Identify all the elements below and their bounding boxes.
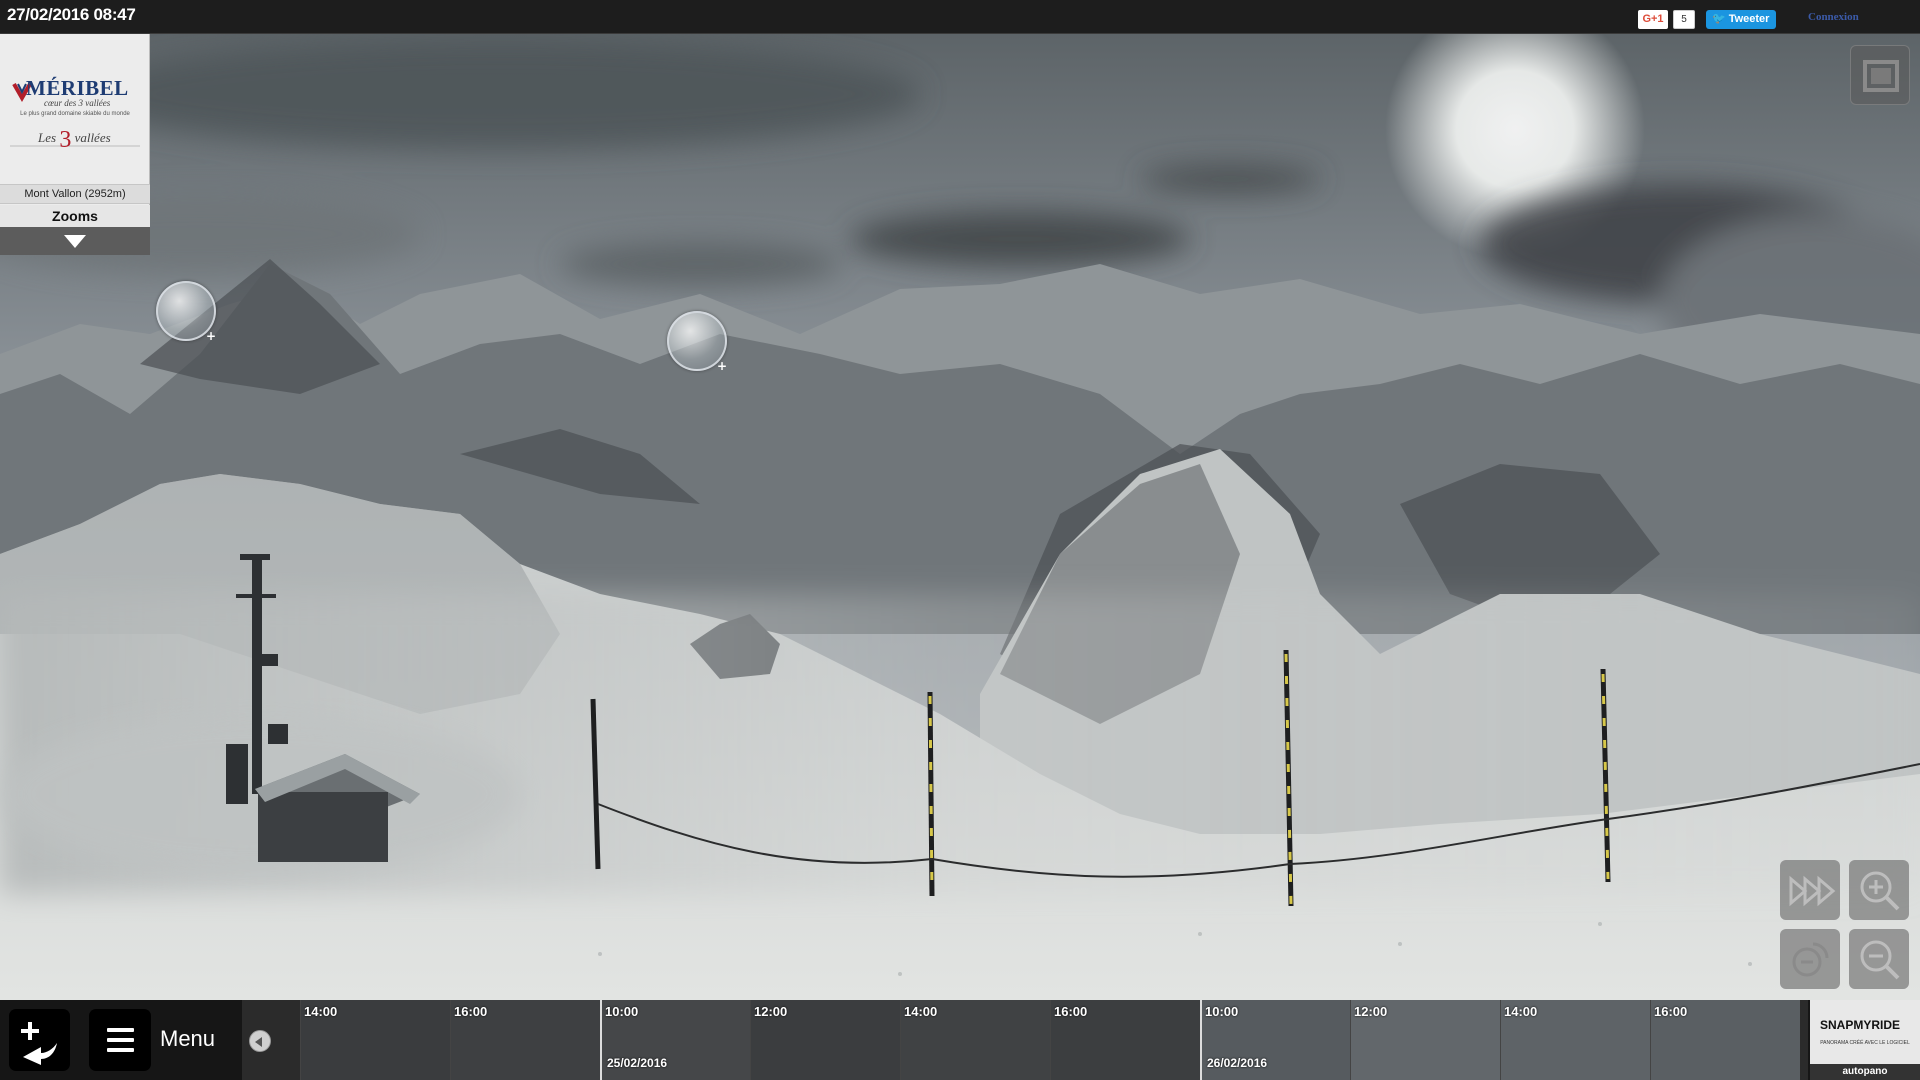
- timeline-thumbnail[interactable]: 12:00: [1350, 1000, 1500, 1080]
- timeline-thumbnail[interactable]: 16:00: [1650, 1000, 1800, 1080]
- timeline-time-label: 12:00: [1354, 1004, 1388, 1019]
- sponsor-subtitle: PANORAMA CRÉÉ AVEC LE LOGICIEL: [1820, 1040, 1910, 1046]
- timeline-thumbnail[interactable]: 10:00 25/02/2016: [600, 1000, 750, 1080]
- timeline-thumbnail[interactable]: 16:00: [1050, 1000, 1200, 1080]
- add-favorite-button[interactable]: [9, 1009, 70, 1071]
- snapmyride-sponsor-logo[interactable]: SNAPMYRIDE PANORAMA CRÉÉ AVEC LE LOGICIE…: [1810, 1000, 1920, 1080]
- timeline-time-label: 16:00: [454, 1004, 488, 1019]
- brand-slogan: Le plus grand domaine skiable du monde: [20, 111, 130, 117]
- panorama-image[interactable]: [0, 34, 1920, 1000]
- timeline-prev-button[interactable]: [249, 1030, 271, 1052]
- fullscreen-button[interactable]: [1850, 45, 1910, 105]
- panorama-view[interactable]: [0, 34, 1920, 1000]
- plus-icon: +: [716, 359, 728, 373]
- tweet-label: Tweeter: [1728, 13, 1770, 25]
- timeline-thumbnail[interactable]: 10:00 26/02/2016: [1200, 1000, 1350, 1080]
- mark-number: 3: [59, 127, 72, 153]
- hamburger-icon: [107, 1048, 134, 1052]
- fullscreen-icon: [1863, 60, 1899, 92]
- location-label: Mont Vallon (2952m): [0, 184, 150, 204]
- timeline-time-label: 16:00: [1054, 1004, 1088, 1019]
- timeline-time-label: 10:00: [605, 1004, 639, 1019]
- timeline-date-label: 25/02/2016: [607, 1056, 668, 1070]
- timeline-thumbnail[interactable]: 12:00: [750, 1000, 900, 1080]
- zoom-reset-button[interactable]: [1780, 929, 1840, 989]
- sponsor-footer: autopano: [1810, 1064, 1920, 1080]
- google-plus-count: 5: [1673, 10, 1695, 29]
- timeline-time-label: 12:00: [754, 1004, 788, 1019]
- timeline-date-label: 26/02/2016: [1207, 1056, 1268, 1070]
- zoom-hotspot[interactable]: +: [156, 281, 217, 343]
- timeline-time-label: 14:00: [1504, 1004, 1538, 1019]
- les-3-vallees-logo: Les 3 vallées: [38, 127, 111, 154]
- google-plus-button[interactable]: G+1: [1638, 10, 1668, 29]
- timeline-time-label: 16:00: [1654, 1004, 1688, 1019]
- chevron-down-icon: [64, 235, 86, 248]
- timeline-time-label: 14:00: [904, 1004, 938, 1019]
- hamburger-icon: [107, 1028, 134, 1032]
- zoom-hotspot[interactable]: +: [667, 311, 728, 373]
- zoom-reset-icon: [1792, 942, 1829, 977]
- zoom-out-icon: [1860, 940, 1900, 980]
- tweet-button[interactable]: 🐦 Tweeter: [1706, 10, 1776, 29]
- mark-suffix: vallées: [74, 130, 111, 145]
- menu-button[interactable]: [89, 1009, 151, 1071]
- zooms-button[interactable]: Zooms: [0, 205, 150, 227]
- plus-arrow-icon: [21, 1022, 57, 1065]
- timeline-thumbnail[interactable]: 14:00: [300, 1000, 450, 1080]
- meribel-logo[interactable]: MÉRIBEL cœur des 3 vallées Le plus grand…: [0, 34, 150, 182]
- fast-forward-icon: [1789, 875, 1836, 907]
- hamburger-icon: [107, 1038, 134, 1042]
- meribel-heart-icon: [10, 83, 140, 147]
- menu-label[interactable]: Menu: [160, 1026, 215, 1052]
- top-bar: 27/02/2016 08:47 G+1 5 🐦 Tweeter Connexio…: [0, 0, 1920, 34]
- brand-panel: MÉRIBEL cœur des 3 vallées Le plus grand…: [0, 34, 150, 255]
- timeline-thumbnail[interactable]: 14:00: [900, 1000, 1050, 1080]
- mark-prefix: Les: [38, 130, 57, 145]
- capture-timestamp: 27/02/2016 08:47: [7, 5, 136, 24]
- bottom-bar: Menu 14:00 16:00 10:00 25/02/2016 12:00 14:00…: [0, 1000, 1920, 1080]
- login-link[interactable]: Connexion: [1808, 11, 1859, 23]
- plus-icon: +: [205, 329, 217, 343]
- brand-tagline: cœur des 3 vallées: [44, 98, 111, 108]
- autoplay-button[interactable]: [1780, 860, 1840, 920]
- timeline-time-label: 10:00: [1205, 1004, 1239, 1019]
- timeline-strip[interactable]: 14:00 16:00 10:00 25/02/2016 12:00 14:00 16:00…: [242, 1000, 1808, 1080]
- timeline-thumbnail[interactable]: 16:00: [450, 1000, 600, 1080]
- sponsor-title: SNAPMYRIDE: [1820, 1018, 1901, 1032]
- zooms-expand-button[interactable]: [0, 227, 150, 255]
- twitter-bird-icon: 🐦: [1712, 13, 1726, 25]
- zoom-in-button[interactable]: [1849, 860, 1909, 920]
- timeline-time-label: 14:00: [304, 1004, 338, 1019]
- timeline-thumbnail[interactable]: 14:00: [1500, 1000, 1650, 1080]
- zoom-out-button[interactable]: [1849, 929, 1909, 989]
- zoom-in-icon: [1860, 871, 1900, 911]
- play-back-icon: [255, 1037, 262, 1047]
